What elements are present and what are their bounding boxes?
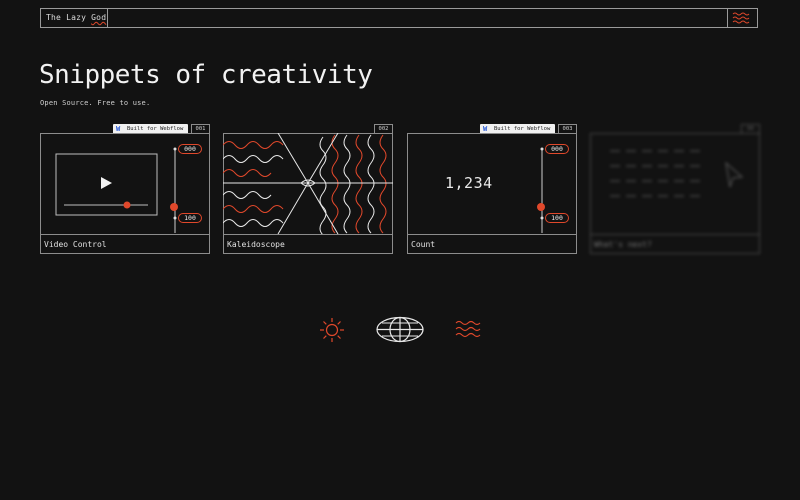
card-label: Count	[407, 234, 577, 254]
card-whats-next: 04 What's next?	[590, 124, 760, 254]
brand-text-underlined: God	[91, 13, 107, 22]
top-navigation-bar: The Lazy God	[40, 8, 758, 28]
brand-text: The Lazy	[46, 13, 92, 22]
sun-icon[interactable]	[319, 317, 345, 343]
brand-logo-link[interactable]: The Lazy God	[41, 9, 108, 27]
menu-button[interactable]	[727, 9, 757, 27]
webflow-logo-icon: W	[116, 125, 121, 133]
page-title: Snippets of creativity	[39, 60, 373, 90]
slider-top-value: 000	[551, 145, 563, 153]
whats-next-preview	[610, 150, 744, 197]
slider-bottom-value: 100	[184, 214, 196, 222]
card-label: Kaleidoscope	[223, 234, 393, 254]
card-video-control[interactable]: W Built for Webflow 001 000 100 Video Co…	[40, 124, 210, 254]
card-label: Video Control	[40, 234, 210, 254]
kaleidoscope-preview	[223, 133, 393, 234]
waves-icon[interactable]	[455, 320, 481, 338]
webflow-badge-label: Built for Webflow	[494, 126, 551, 132]
webflow-logo-icon: W	[483, 125, 488, 133]
card-kaleidoscope[interactable]: 002 Kaleidoscope	[223, 124, 393, 254]
cursor-arrow-icon	[725, 161, 744, 188]
play-icon	[101, 177, 112, 189]
globe-icon[interactable]	[375, 316, 425, 343]
page-subtitle: Open Source. Free to use.	[40, 99, 151, 107]
card-label: What's next?	[590, 234, 760, 254]
card-count[interactable]: W Built for Webflow 003 1,234 000 100 Co…	[407, 124, 577, 254]
webflow-badge-label: Built for Webflow	[127, 126, 184, 132]
menu-wave-icon	[732, 12, 750, 24]
slider-top-value: 000	[184, 145, 196, 153]
slider-bottom-value: 100	[551, 214, 563, 222]
